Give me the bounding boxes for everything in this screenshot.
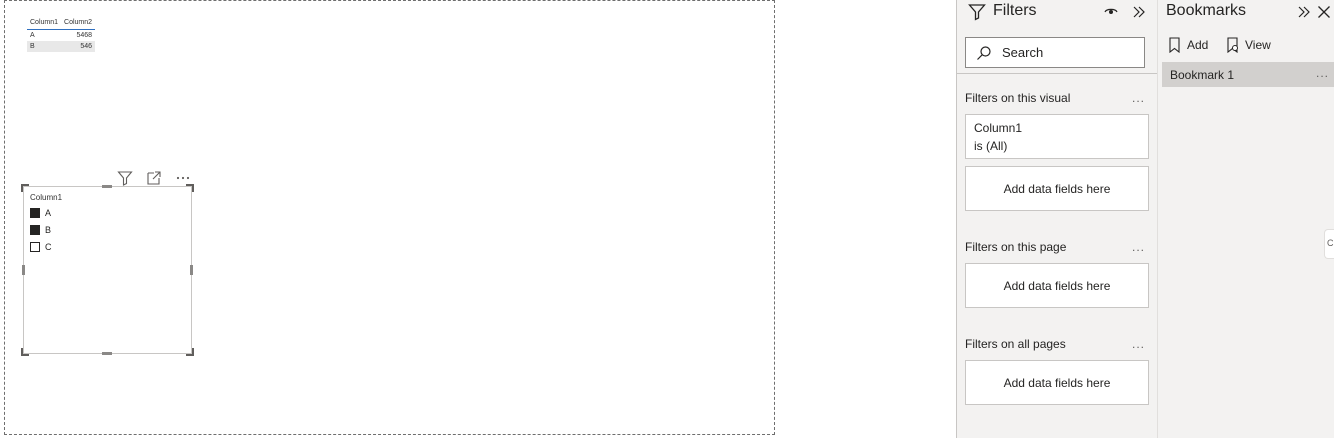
slicer-title: Column1	[30, 193, 63, 202]
filter-card-column1[interactable]: Column1 is (All)	[965, 114, 1149, 159]
resize-handle[interactable]	[186, 348, 194, 356]
bookmark-add-icon	[1168, 37, 1182, 53]
filter-card-field: Column1	[974, 121, 1023, 135]
column-header[interactable]: Column1	[27, 18, 62, 30]
add-data-fields-dropzone[interactable]: Add data fields here	[965, 263, 1149, 308]
table-row: A 5468	[27, 30, 95, 41]
add-bookmark-button[interactable]: Add	[1168, 37, 1208, 53]
table-cell: A	[30, 31, 35, 39]
slicer-visual[interactable]: Column1 A B C	[21, 184, 194, 356]
resize-handle[interactable]	[102, 352, 112, 355]
report-canvas[interactable]: Column1 Column2 A 5468 B 546 Column1 A B…	[4, 0, 775, 435]
table-row: B 546	[27, 40, 96, 52]
slicer-item-label: B	[45, 225, 52, 235]
resize-handle[interactable]	[186, 184, 194, 192]
focus-mode-icon[interactable]	[142, 168, 166, 188]
table-visual[interactable]: Column1 Column2 A 5468 B 546	[27, 18, 96, 52]
filters-pane: Filters Filters on this visual ... Colum…	[956, 0, 1157, 438]
resize-handle[interactable]	[22, 265, 25, 275]
view-bookmarks-button[interactable]: View	[1226, 37, 1271, 53]
slicer-item-label: A	[45, 208, 52, 218]
slicer-item[interactable]: B	[30, 225, 51, 235]
visual-header	[113, 168, 195, 188]
search-field[interactable]	[965, 37, 1145, 68]
add-bookmark-label: Add	[1187, 38, 1209, 52]
add-data-fields-dropzone[interactable]: Add data fields here	[965, 360, 1149, 405]
divider	[957, 73, 1157, 74]
search-input[interactable]	[1000, 44, 1140, 61]
bookmark-view-icon	[1226, 37, 1240, 53]
search-icon	[976, 45, 992, 61]
checkbox-unchecked[interactable]	[30, 242, 40, 252]
eye-icon[interactable]	[1104, 5, 1118, 17]
section-label-all-pages: Filters on all pages	[965, 337, 1066, 351]
slicer-item[interactable]: A	[30, 208, 51, 218]
more-options-icon[interactable]: ...	[1316, 66, 1329, 80]
collapsed-pane-tab[interactable]: C	[1324, 229, 1334, 259]
table-cell: B	[27, 40, 62, 52]
section-label-this-page: Filters on this page	[965, 240, 1067, 254]
collapse-pane-icon[interactable]	[1131, 4, 1147, 20]
filter-icon	[968, 3, 986, 21]
filter-icon[interactable]	[113, 168, 137, 188]
resize-handle[interactable]	[102, 185, 112, 188]
resize-handle[interactable]	[190, 265, 193, 275]
filter-card-condition: is (All)	[974, 139, 1008, 153]
column-header[interactable]: Column2	[61, 18, 96, 30]
bookmark-label: Bookmark 1	[1170, 67, 1235, 82]
canvas-background	[775, 0, 956, 438]
more-options-icon[interactable]: ...	[1132, 337, 1145, 351]
filters-title: Filters	[993, 2, 1037, 19]
table-cell: 546	[61, 40, 96, 52]
checkbox-checked[interactable]	[30, 208, 40, 218]
table-cell: 5468	[76, 31, 93, 39]
collapse-pane-icon[interactable]	[1296, 4, 1312, 20]
more-options-icon[interactable]: ...	[1132, 91, 1145, 105]
view-bookmarks-label: View	[1245, 38, 1271, 52]
table-header-row: Column1 Column2	[27, 18, 96, 30]
slicer-item-label: C	[45, 242, 52, 252]
add-data-fields-dropzone[interactable]: Add data fields here	[965, 166, 1149, 211]
more-options-icon[interactable]: ...	[1132, 240, 1145, 254]
checkbox-checked[interactable]	[30, 225, 40, 235]
bookmark-item[interactable]: Bookmark 1 ...	[1162, 62, 1334, 87]
resize-handle[interactable]	[21, 348, 29, 356]
close-icon[interactable]	[1316, 4, 1332, 20]
slicer-item[interactable]: C	[30, 242, 52, 252]
bookmarks-pane: Bookmarks Add View Bookmark 1 ... C	[1157, 0, 1334, 438]
section-label-this-visual: Filters on this visual	[965, 91, 1071, 105]
resize-handle[interactable]	[21, 184, 29, 192]
bookmarks-title: Bookmarks	[1166, 2, 1247, 19]
